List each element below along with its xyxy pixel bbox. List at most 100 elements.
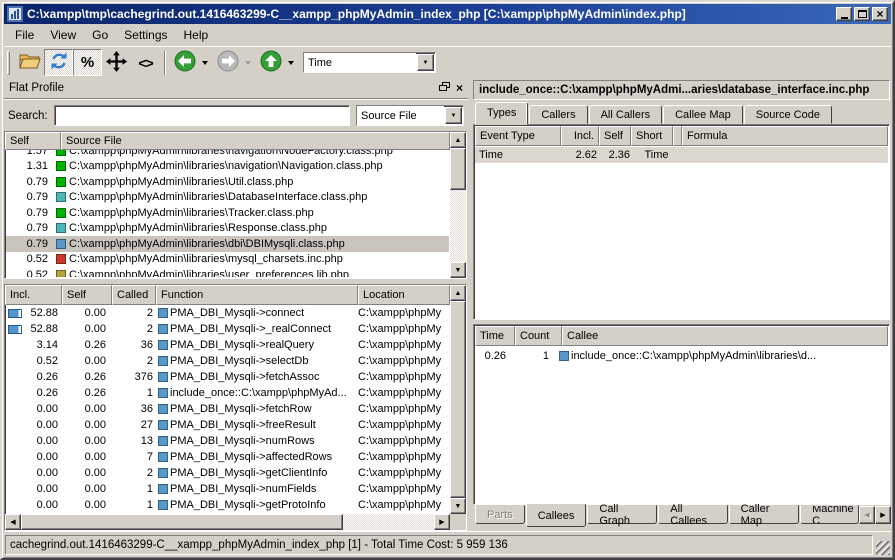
scroll-up-button[interactable]: ▲ (450, 132, 466, 148)
scroll-left-button[interactable]: ◀ (5, 514, 21, 530)
column-header-short[interactable]: Short (631, 126, 673, 146)
column-header-function[interactable]: Function (156, 285, 358, 305)
toolbar-handle[interactable] (7, 51, 10, 75)
file-row[interactable]: 0.79C:\xampp\phpMyAdmin\libraries\Databa… (6, 190, 449, 206)
menu-settings[interactable]: Settings (116, 26, 175, 44)
scroll-down-button[interactable]: ▼ (450, 262, 466, 278)
file-row[interactable]: 0.79C:\xampp\phpMyAdmin\libraries\Util.c… (6, 174, 449, 190)
relative-to-parent-button[interactable] (102, 49, 131, 76)
tab-machine-code[interactable]: Machine C (800, 505, 859, 524)
column-header-count[interactable]: Count (515, 326, 562, 346)
scrollbar-thumb[interactable] (450, 148, 466, 190)
menu-view[interactable]: View (42, 26, 84, 44)
scroll-right-button[interactable]: ▶ (434, 514, 450, 530)
column-header-self[interactable]: Self (5, 132, 61, 150)
function-row[interactable]: 0.260.26376PMA_DBI_Mysqli->fetchAssocC:\… (6, 369, 449, 385)
maximize-button[interactable] (854, 7, 870, 21)
tab-caller-map[interactable]: Caller Map (729, 505, 799, 524)
function-table-vscrollbar[interactable]: ▲ ▼ (450, 285, 466, 514)
scrollbar-thumb[interactable] (21, 514, 343, 530)
detail-panel: include_once::C:\xampp\phpMyAdmi...aries… (473, 78, 891, 531)
combo-dropdown-button[interactable]: ▼ (445, 107, 462, 124)
column-header-source-file[interactable]: Source File (61, 132, 450, 150)
menu-go[interactable]: Go (84, 26, 116, 44)
column-header-self[interactable]: Self (599, 126, 631, 146)
function-row[interactable]: 3.140.2636PMA_DBI_Mysqli->realQueryC:\xa… (6, 337, 449, 353)
callee-row[interactable]: 0.26 1 include_once::C:\xampp\phpMyAdmin… (474, 347, 889, 364)
minimize-button[interactable] (836, 7, 852, 21)
title-bar[interactable]: C:\xampp\tmp\cachegrind.out.1416463299-C… (4, 4, 891, 24)
event-type-row[interactable]: Time 2.62 2.36 Time (475, 147, 888, 163)
tab-scroll-left-button[interactable]: ◀ (859, 506, 875, 524)
search-input[interactable] (54, 105, 350, 126)
cycle-detection-button[interactable] (44, 49, 73, 76)
relative-percent-button[interactable]: % (73, 49, 102, 76)
menu-help[interactable]: Help (176, 26, 217, 44)
group-by-combo[interactable]: Source File ▼ (356, 105, 464, 126)
tab-all-callees[interactable]: All Callees (658, 505, 727, 524)
tab-source-code[interactable]: Source Code (744, 105, 832, 124)
dock-title-bar[interactable]: Flat Profile × (4, 78, 468, 99)
file-list-scrollbar[interactable]: ▲ ▼ (450, 132, 466, 278)
column-header-location[interactable]: Location (358, 285, 450, 305)
forward-dropdown-button[interactable] (242, 50, 254, 76)
scroll-up-button[interactable]: ▲ (450, 285, 466, 301)
function-row[interactable]: 0.000.007PMA_DBI_Mysqli->affectedRowsC:\… (6, 449, 449, 465)
function-row[interactable]: 0.000.002PMA_DBI_Mysqli->getClientInfoC:… (6, 465, 449, 481)
function-row[interactable]: 0.000.001PMA_DBI_Mysqli->numFieldsC:\xam… (6, 481, 449, 497)
scroll-down-button[interactable]: ▼ (450, 498, 466, 514)
function-table-hscrollbar[interactable]: ◀ ▶ (5, 514, 450, 530)
function-row[interactable]: 0.000.0036PMA_DBI_Mysqli->fetchRowC:\xam… (6, 401, 449, 417)
function-row[interactable]: 0.000.001PMA_DBI_Mysqli->getProtoInfoC:\… (6, 497, 449, 513)
dock-title: Flat Profile (9, 82, 439, 94)
function-icon (158, 308, 168, 318)
file-row-selected[interactable]: 0.79C:\xampp\phpMyAdmin\libraries\dbi\DB… (6, 236, 449, 252)
tab-call-graph[interactable]: Call Graph (587, 505, 657, 524)
combo-dropdown-button[interactable]: ▼ (417, 54, 434, 71)
function-row[interactable]: 52.880.002PMA_DBI_Mysqli->_realConnectC:… (6, 321, 449, 337)
close-dock-button[interactable]: × (456, 83, 463, 93)
column-header-event-type[interactable]: Event Type (475, 126, 561, 146)
forward-button[interactable] (213, 49, 242, 76)
close-button[interactable]: × (872, 7, 888, 21)
app-icon (7, 6, 23, 22)
tab-scroll-right-button[interactable]: ▶ (875, 506, 891, 524)
tab-callee-map[interactable]: Callee Map (663, 105, 743, 124)
file-row[interactable]: 1.57C:\xampp\phpMyAdmin\libraries\naviga… (6, 150, 449, 159)
up-dropdown-button[interactable] (285, 50, 297, 76)
menu-file[interactable]: File (7, 26, 42, 44)
flat-profile-panel: Flat Profile × Search: Source File ▼ (4, 78, 468, 531)
file-row[interactable]: 0.52C:\xampp\phpMyAdmin\libraries\mysql_… (6, 252, 449, 268)
file-row[interactable]: 0.52C:\xampp\phpMyAdmin\libraries\user_p… (6, 267, 449, 277)
function-row[interactable]: 0.520.002PMA_DBI_Mysqli->selectDbC:\xamp… (6, 353, 449, 369)
open-file-button[interactable] (15, 49, 44, 76)
callees-table: Time Count Callee 0.26 1 include_once::C… (473, 324, 890, 505)
column-header-self[interactable]: Self (62, 285, 112, 305)
back-button[interactable] (170, 49, 199, 76)
tab-all-callers[interactable]: All Callers (589, 105, 663, 124)
tab-callees[interactable]: Callees (526, 504, 587, 527)
column-header-incl[interactable]: Incl. (561, 126, 599, 146)
column-header-callee[interactable]: Callee (562, 326, 888, 346)
column-header-called[interactable]: Called (112, 285, 156, 305)
tab-types[interactable]: Types (475, 102, 528, 125)
scrollbar-thumb[interactable] (450, 301, 466, 498)
file-row[interactable]: 1.31C:\xampp\phpMyAdmin\libraries\naviga… (6, 159, 449, 175)
function-row[interactable]: 0.000.0027PMA_DBI_Mysqli->freeResultC:\x… (6, 417, 449, 433)
shorten-templates-button[interactable]: <> (131, 49, 160, 76)
event-type-combo[interactable]: Time ▼ (303, 52, 436, 73)
function-row[interactable]: 0.260.261include_once::C:\xampp\phpMyAd.… (6, 385, 449, 401)
file-row[interactable]: 0.79C:\xampp\phpMyAdmin\libraries\Respon… (6, 221, 449, 237)
resize-grip[interactable] (876, 541, 890, 555)
tab-callers[interactable]: Callers (529, 105, 587, 124)
function-row[interactable]: 0.000.0013PMA_DBI_Mysqli->numRowsC:\xamp… (6, 433, 449, 449)
up-button[interactable] (256, 49, 285, 76)
column-header-formula[interactable]: Formula (682, 126, 888, 146)
tab-parts[interactable]: Parts (475, 505, 525, 524)
function-row[interactable]: 52.880.002PMA_DBI_Mysqli->connectC:\xamp… (6, 305, 449, 321)
column-header-incl[interactable]: Incl. (5, 285, 62, 305)
file-row[interactable]: 0.79C:\xampp\phpMyAdmin\libraries\Tracke… (6, 205, 449, 221)
back-dropdown-button[interactable] (199, 50, 211, 76)
float-dock-button[interactable] (439, 82, 450, 95)
column-header-time[interactable]: Time (475, 326, 515, 346)
